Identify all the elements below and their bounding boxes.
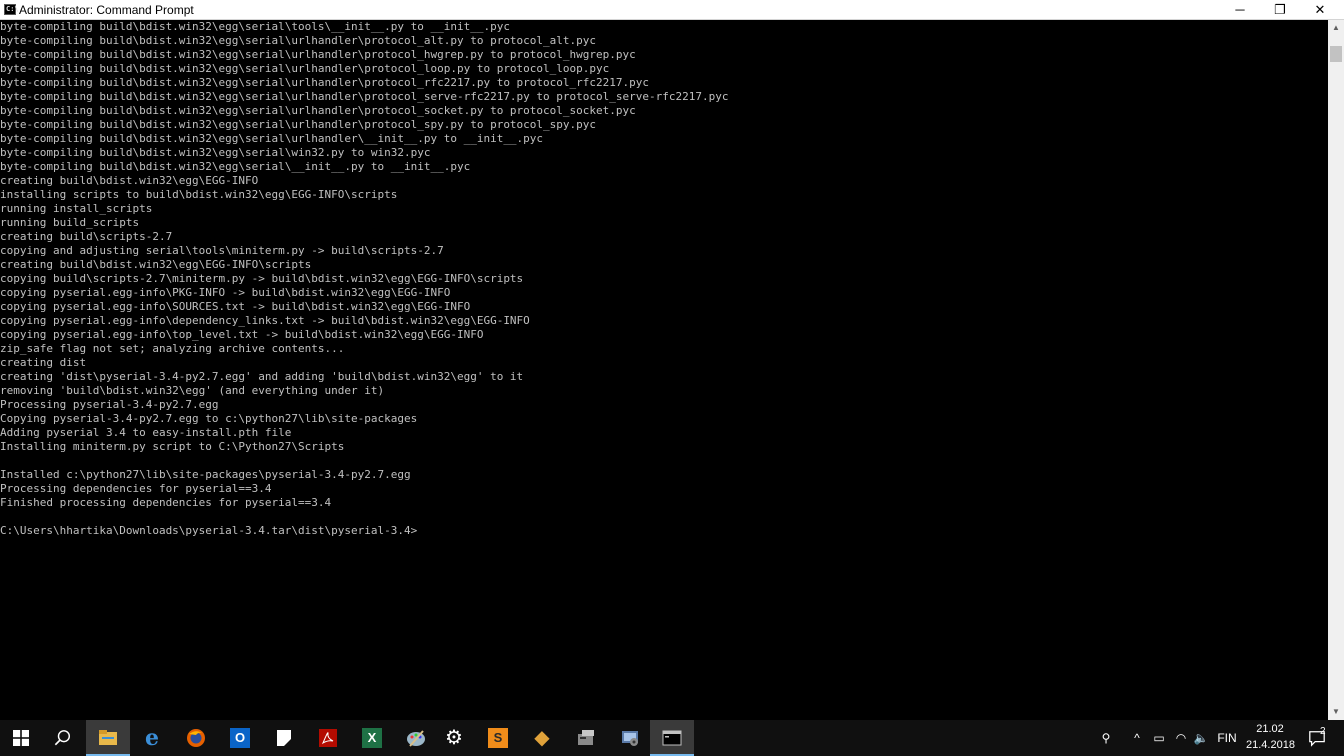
console-line: creating 'dist\pyserial-3.4-py2.7.egg' a…	[0, 370, 524, 383]
console-line: byte-compiling build\bdist.win32\egg\ser…	[0, 34, 597, 47]
notification-count-badge: 2	[1320, 726, 1326, 737]
console-line: zip_safe flag not set; analyzing archive…	[0, 342, 345, 355]
start-button[interactable]	[0, 720, 44, 756]
console-line: copying pyserial.egg-info\top_level.txt …	[0, 328, 484, 341]
console-line: creating build\bdist.win32\egg\EGG-INFO\…	[0, 258, 312, 271]
taskbar: e O X ⚙ S ◆ ⚲ ^ ▭ ◠ 🔈 FIN 21.02 21.4.201…	[0, 720, 1344, 756]
console-line: byte-compiling build\bdist.win32\egg\ser…	[0, 62, 610, 75]
paint-icon	[407, 730, 425, 747]
console-line: byte-compiling build\bdist.win32\egg\ser…	[0, 118, 597, 131]
search-icon	[54, 730, 71, 746]
taskbar-firefox[interactable]	[174, 720, 218, 756]
console-line: creating dist	[0, 356, 87, 369]
taskbar-sublime-text[interactable]: S	[476, 720, 520, 756]
command-prompt-icon	[662, 730, 682, 746]
minimize-button[interactable]: ─	[1220, 0, 1260, 20]
start-icon	[13, 730, 29, 746]
console-line: byte-compiling build\bdist.win32\egg\ser…	[0, 160, 471, 173]
taskbar-command-prompt[interactable]	[650, 720, 694, 756]
console-line: Finished processing dependencies for pys…	[0, 496, 332, 509]
battery-button[interactable]: ▭	[1150, 720, 1168, 756]
console-line: Processing dependencies for pyserial==3.…	[0, 482, 272, 495]
console-line: byte-compiling build\bdist.win32\egg\ser…	[0, 20, 510, 33]
git-icon: ◆	[534, 727, 550, 749]
wifi-icon: ◠	[1175, 731, 1187, 745]
action-center-button[interactable]: 2	[1300, 720, 1336, 756]
window-title: Administrator: Command Prompt	[19, 3, 194, 17]
volume-icon: 🔈	[1193, 731, 1209, 745]
taskbar-file-explorer[interactable]	[86, 720, 130, 756]
search-button[interactable]	[42, 720, 86, 756]
acrobat-icon	[319, 729, 337, 747]
scrollbar-thumb[interactable]	[1330, 46, 1342, 62]
close-button[interactable]: ✕	[1300, 0, 1340, 20]
maximize-button[interactable]: ❐	[1260, 0, 1300, 20]
clock-time: 21.02	[1256, 723, 1284, 735]
taskbar-outlook[interactable]: O	[218, 720, 262, 756]
console-line: Installed c:\python27\lib\site-packages\…	[0, 468, 411, 481]
console-line: copying and adjusting serial\tools\minit…	[0, 244, 444, 257]
console-line: byte-compiling build\bdist.win32\egg\ser…	[0, 132, 544, 145]
settings-icon: ⚙	[445, 727, 463, 749]
clock-date: 21.4.2018	[1246, 739, 1295, 751]
people-icon: ⚲	[1101, 731, 1111, 745]
console-line: installing scripts to build\bdist.win32\…	[0, 188, 398, 201]
app-icon-label: C:\	[6, 5, 19, 13]
taskbar-settings[interactable]: ⚙	[432, 720, 476, 756]
console-line: creating build\scripts-2.7	[0, 230, 173, 243]
battery-icon: ▭	[1153, 731, 1165, 745]
console-lines: byte-compiling build\bdist.win32\egg\ser…	[0, 20, 1328, 538]
console-line: Processing pyserial-3.4-py2.7.egg	[0, 398, 219, 411]
console-line: running install_scripts	[0, 202, 153, 215]
language-indicator[interactable]: FIN	[1214, 720, 1240, 756]
chevron-up-icon: ^	[1134, 731, 1140, 745]
console-line: removing 'build\bdist.win32\egg' (and ev…	[0, 384, 385, 397]
firefox-icon	[187, 729, 205, 747]
taskbar-control-panel[interactable]	[608, 720, 652, 756]
taskbar-device-manager[interactable]	[564, 720, 608, 756]
vertical-scrollbar[interactable]: ▲ ▼	[1328, 20, 1344, 720]
console-line: byte-compiling build\bdist.win32\egg\ser…	[0, 48, 636, 61]
title-bar[interactable]: C:\ Administrator: Command Prompt ─ ❐ ✕	[0, 0, 1344, 20]
sublime-text-icon: S	[488, 728, 508, 748]
volume-button[interactable]: 🔈	[1192, 720, 1210, 756]
network-button[interactable]: ◠	[1172, 720, 1190, 756]
console-line: copying pyserial.egg-info\dependency_lin…	[0, 314, 530, 327]
console-line: Installing miniterm.py script to C:\Pyth…	[0, 440, 345, 453]
show-hidden-icons-button[interactable]: ^	[1128, 720, 1146, 756]
console-line: C:\Users\hhartika\Downloads\pyserial-3.4…	[0, 524, 418, 537]
console-line: copying build\scripts-2.7\miniterm.py ->…	[0, 272, 524, 285]
edge-icon: e	[145, 725, 159, 751]
file-explorer-icon	[99, 730, 117, 745]
taskbar-notepad[interactable]	[262, 720, 306, 756]
scroll-down-arrow-icon[interactable]: ▼	[1328, 704, 1344, 720]
people-button[interactable]: ⚲	[1094, 720, 1118, 756]
command-prompt-icon[interactable]: C:\	[4, 4, 19, 15]
taskbar-edge[interactable]: e	[130, 720, 174, 756]
control-panel-icon	[622, 731, 638, 746]
console-output[interactable]: byte-compiling build\bdist.win32\egg\ser…	[0, 20, 1328, 720]
console-line: running build_scripts	[0, 216, 140, 229]
excel-icon: X	[362, 728, 382, 748]
scroll-up-arrow-icon[interactable]: ▲	[1328, 20, 1344, 36]
console-line: Copying pyserial-3.4-py2.7.egg to c:\pyt…	[0, 412, 418, 425]
console-line: byte-compiling build\bdist.win32\egg\ser…	[0, 76, 650, 89]
console-line: byte-compiling build\bdist.win32\egg\ser…	[0, 104, 636, 117]
console-line: byte-compiling build\bdist.win32\egg\ser…	[0, 146, 431, 159]
outlook-icon: O	[230, 728, 250, 748]
taskbar-git[interactable]: ◆	[520, 720, 564, 756]
device-manager-icon	[578, 730, 594, 745]
console-line: copying pyserial.egg-info\SOURCES.txt ->…	[0, 300, 471, 313]
taskbar-excel[interactable]: X	[350, 720, 394, 756]
console-line: Adding pyserial 3.4 to easy-install.pth …	[0, 426, 292, 439]
console-line: creating build\bdist.win32\egg\EGG-INFO	[0, 174, 259, 187]
taskbar-acrobat[interactable]	[306, 720, 350, 756]
console-line: byte-compiling build\bdist.win32\egg\ser…	[0, 90, 729, 103]
notepad-icon	[277, 730, 291, 746]
console-line: copying pyserial.egg-info\PKG-INFO -> bu…	[0, 286, 451, 299]
